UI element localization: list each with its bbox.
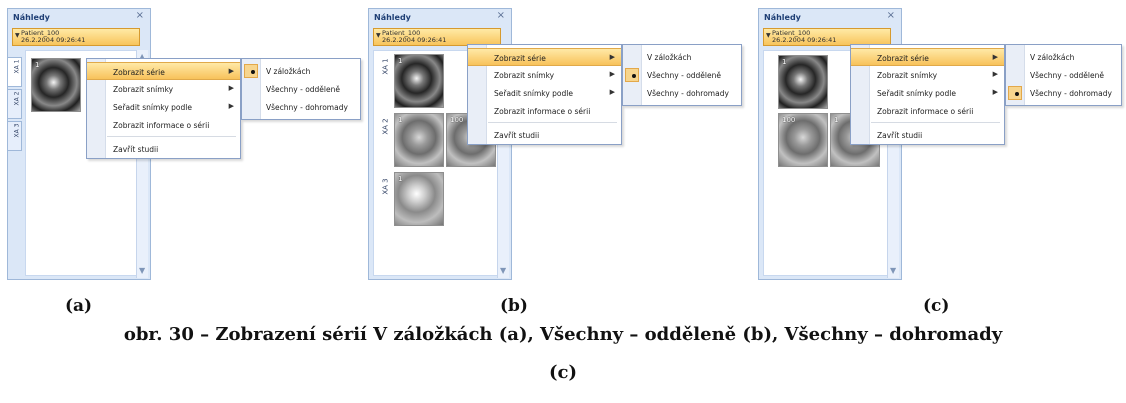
patient-date: 26.2.2004 09:26:41	[772, 36, 837, 44]
menu-separator	[107, 136, 236, 137]
image-number: 1	[834, 116, 839, 124]
submenu-arrow-icon: ▶	[992, 88, 998, 96]
submenu-arrow-icon: ▶	[992, 53, 998, 61]
close-icon[interactable]: ×	[136, 11, 144, 21]
menu-item-show-series[interactable]: Zobrazit série ▶	[468, 48, 621, 66]
menu-separator	[488, 122, 617, 123]
image-number: 1	[782, 58, 787, 66]
tab-xa1[interactable]: XA 1	[8, 57, 22, 87]
panel-title: Náhledy	[13, 13, 50, 22]
menu-item-close-study[interactable]: Zavřít studii	[87, 140, 240, 158]
scroll-down-icon[interactable]: ▼	[139, 267, 145, 275]
submenu-arrow-icon: ▶	[228, 67, 234, 75]
collapse-arrow-icon[interactable]: ▼	[376, 32, 381, 39]
patient-header[interactable]: ▼ Patient_100 26.2.2004 09:26:41	[12, 28, 140, 46]
menu-item-sort-images[interactable]: Seřadit snímky podle ▶	[851, 84, 1004, 102]
menu-item-show-series[interactable]: Zobrazit série ▶	[851, 48, 1004, 66]
submenu-arrow-icon: ▶	[609, 88, 615, 96]
submenu-item-all-together[interactable]: Všechny - dohromady	[242, 98, 360, 116]
image-number: 100	[782, 116, 796, 124]
tab-xa3[interactable]: XA 3	[8, 121, 22, 151]
selected-mark-icon	[625, 68, 639, 82]
submenu-c: V záložkách Všechny - odděleně Všechny -…	[1005, 44, 1122, 106]
submenu-arrow-icon: ▶	[609, 53, 615, 61]
menu-item-close-study[interactable]: Zavřít studii	[468, 126, 621, 144]
collapse-arrow-icon[interactable]: ▼	[15, 32, 20, 39]
scroll-down-icon[interactable]: ▼	[500, 267, 506, 275]
close-icon[interactable]: ×	[887, 11, 895, 21]
submenu-item-all-separate[interactable]: Všechny - odděleně	[1006, 66, 1121, 84]
menu-item-show-images[interactable]: Zobrazit snímky ▶	[468, 66, 621, 84]
menu-item-series-info[interactable]: Zobrazit informace o sérii	[468, 102, 621, 120]
series-label: XA 3	[381, 178, 390, 195]
thumbnail-image[interactable]: 1	[394, 113, 444, 167]
menu-item-show-images[interactable]: Zobrazit snímky ▶	[87, 80, 240, 98]
menu-item-series-info[interactable]: Zobrazit informace o sérii	[851, 102, 1004, 120]
menu-item-sort-images[interactable]: Seřadit snímky podle ▶	[87, 98, 240, 116]
selected-mark-icon	[244, 64, 258, 78]
submenu-arrow-icon: ▶	[228, 102, 234, 110]
submenu-a: V záložkách Všechny - odděleně Všechny -…	[241, 58, 361, 120]
submenu-item-all-separate[interactable]: Všechny - odděleně	[623, 66, 741, 84]
tab-label: XA 2	[13, 91, 21, 106]
image-number: 1	[35, 61, 40, 69]
submenu-b: V záložkách Všechny - odděleně Všechny -…	[622, 44, 742, 106]
series-label: XA 2	[381, 118, 390, 135]
thumbnail-image[interactable]: 100	[778, 113, 828, 167]
menu-item-show-series[interactable]: Zobrazit série ▶	[87, 62, 240, 80]
scroll-down-icon[interactable]: ▼	[890, 267, 896, 275]
selected-mark-icon	[1008, 86, 1022, 100]
tab-label: XA 3	[13, 123, 21, 138]
image-number: 1	[398, 116, 403, 124]
menu-separator	[871, 122, 1000, 123]
thumbnail-image[interactable]: 1	[394, 172, 444, 226]
image-number: 100	[450, 116, 464, 124]
image-number: 1	[398, 175, 403, 183]
subfigure-label-b: (b)	[500, 296, 528, 316]
submenu-arrow-icon: ▶	[609, 70, 615, 78]
collapse-arrow-icon[interactable]: ▼	[766, 32, 771, 39]
image-number: 1	[398, 57, 403, 65]
menu-item-series-info[interactable]: Zobrazit informace o sérii	[87, 116, 240, 134]
submenu-item-tabs[interactable]: V záložkách	[1006, 48, 1121, 66]
panel-title: Náhledy	[764, 13, 801, 22]
close-icon[interactable]: ×	[497, 11, 505, 21]
submenu-arrow-icon: ▶	[992, 70, 998, 78]
menu-item-sort-images[interactable]: Seřadit snímky podle ▶	[468, 84, 621, 102]
subfigure-label-c: (c)	[923, 296, 950, 316]
figure-caption: obr. 30 – Zobrazení sérií V záložkách (a…	[123, 324, 1003, 345]
patient-date: 26.2.2004 09:26:41	[382, 36, 447, 44]
submenu-item-all-together[interactable]: Všechny - dohromady	[623, 84, 741, 102]
subfigure-label-a: (a)	[65, 296, 93, 316]
context-menu-b: Zobrazit série ▶ Zobrazit snímky ▶ Seřadit…	[467, 44, 622, 145]
submenu-arrow-icon: ▶	[228, 84, 234, 92]
context-menu-a: Zobrazit série ▶ Zobrazit snímky ▶ Seřadit…	[86, 58, 241, 159]
menu-item-show-images[interactable]: Zobrazit snímky ▶	[851, 66, 1004, 84]
menu-item-close-study[interactable]: Zavřít studii	[851, 126, 1004, 144]
tab-xa2[interactable]: XA 2	[8, 89, 22, 119]
figure-caption-line2: (c)	[549, 362, 577, 383]
patient-date: 26.2.2004 09:26:41	[21, 36, 86, 44]
context-menu-c: Zobrazit série ▶ Zobrazit snímky ▶ Seřadit…	[850, 44, 1005, 145]
thumbnail-image[interactable]: 1	[394, 54, 444, 108]
submenu-item-tabs[interactable]: V záložkách	[242, 62, 360, 80]
series-label: XA 1	[381, 58, 390, 75]
submenu-item-tabs[interactable]: V záložkách	[623, 48, 741, 66]
thumbnail-image[interactable]: 1	[31, 58, 81, 112]
panel-title: Náhledy	[374, 13, 411, 22]
submenu-item-all-separate[interactable]: Všechny - odděleně	[242, 80, 360, 98]
tab-label: XA 1	[13, 59, 21, 74]
submenu-item-all-together[interactable]: Všechny - dohromady	[1006, 84, 1121, 102]
thumbnail-image[interactable]: 1	[778, 55, 828, 109]
